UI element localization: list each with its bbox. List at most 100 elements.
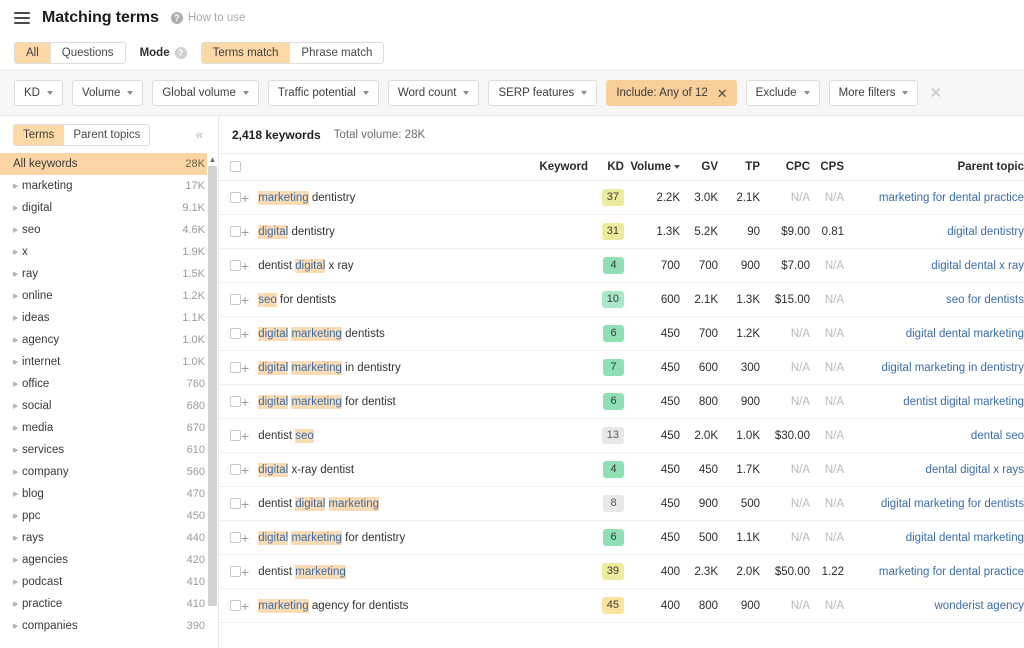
chevron-right-icon[interactable]: ▶ [13, 491, 22, 498]
chevron-right-icon[interactable]: ▶ [13, 447, 22, 454]
row-checkbox[interactable] [230, 599, 241, 611]
close-icon[interactable]: ✕ [715, 87, 730, 100]
filter-exclude[interactable]: Exclude [745, 80, 820, 106]
sidebar-item-social[interactable]: ▶ social 680 [0, 395, 218, 417]
parent-topic-link[interactable]: wonderist agency [844, 600, 1024, 612]
parent-topic-link[interactable]: digital dental x ray [844, 260, 1024, 272]
clear-filters-icon[interactable]: ✕ [929, 86, 942, 101]
parent-topic-link[interactable]: digital dental marketing [844, 328, 1024, 340]
parent-topic-link[interactable]: marketing for dental practice [844, 192, 1024, 204]
chevron-right-icon[interactable]: ▶ [13, 337, 22, 344]
select-all-checkbox[interactable] [230, 161, 241, 173]
add-keyword-icon[interactable]: + [241, 531, 249, 545]
tab-all[interactable]: All [15, 42, 51, 63]
parent-topic-link[interactable]: digital marketing for dentists [844, 498, 1024, 510]
sidebar-item-all-keywords[interactable]: All keywords 28K [0, 153, 218, 175]
row-checkbox[interactable] [230, 395, 241, 407]
table-row[interactable]: + digital dentistry 31 1.3K 5.2K 90 $9.00 0.81 d… [219, 214, 1024, 249]
filter-serp-features[interactable]: SERP features [488, 80, 598, 106]
sidebar-item-online[interactable]: ▶ online 1.2K [0, 285, 218, 307]
row-checkbox[interactable] [230, 361, 241, 373]
add-keyword-icon[interactable]: + [241, 395, 249, 409]
tab-questions[interactable]: Questions [50, 42, 125, 63]
filter-include[interactable]: Include: Any of 12 ✕ [606, 80, 737, 106]
add-keyword-icon[interactable]: + [241, 293, 249, 307]
keyword-link[interactable]: digital marketing in dentistry [258, 360, 401, 375]
sidebar-item-ppc[interactable]: ▶ ppc 450 [0, 505, 218, 527]
sidebar-item-company[interactable]: ▶ company 560 [0, 461, 218, 483]
parent-topic-link[interactable]: dental digital x rays [844, 464, 1024, 476]
table-row[interactable]: + digital x-ray dentist 4 450 450 1.7K N/A N/A d… [219, 452, 1024, 487]
chevron-right-icon[interactable]: ▶ [13, 469, 22, 476]
sidebar-item-podcast[interactable]: ▶ podcast 410 [0, 571, 218, 593]
keyword-link[interactable]: digital marketing for dentistry [258, 530, 405, 545]
add-keyword-icon[interactable]: + [241, 565, 249, 579]
keyword-link[interactable]: dentist digital x ray [258, 258, 353, 273]
keyword-link[interactable]: dentist digital marketing [258, 496, 380, 511]
chevron-right-icon[interactable]: ▶ [13, 205, 22, 212]
parent-topic-link[interactable]: marketing for dental practice [844, 566, 1024, 578]
add-keyword-icon[interactable]: + [241, 429, 249, 443]
chevron-right-icon[interactable]: ▶ [13, 293, 22, 300]
add-keyword-icon[interactable]: + [241, 463, 249, 477]
hamburger-icon[interactable] [14, 11, 30, 24]
sidebar-item-ideas[interactable]: ▶ ideas 1.1K [0, 307, 218, 329]
how-to-use-link[interactable]: ? How to use [170, 11, 245, 24]
question-circle-icon[interactable]: ? [174, 46, 187, 59]
tab-phrase-match[interactable]: Phrase match [290, 42, 384, 63]
parent-topic-link[interactable]: seo for dentists [844, 294, 1024, 306]
keyword-link[interactable]: seo for dentists [258, 292, 336, 307]
sidebar-item-agency[interactable]: ▶ agency 1.0K [0, 329, 218, 351]
chevron-right-icon[interactable]: ▶ [13, 535, 22, 542]
sidebar-item-office[interactable]: ▶ office 760 [0, 373, 218, 395]
collapse-sidebar-icon[interactable]: « [196, 127, 205, 142]
keyword-link[interactable]: digital dentistry [258, 224, 335, 239]
column-header-cps[interactable]: CPS [810, 153, 844, 181]
sidebar-tab-parent-topics[interactable]: Parent topics [64, 124, 150, 145]
table-row[interactable]: + dentist digital marketing 8 450 900 500 N/A N… [219, 486, 1024, 521]
row-checkbox[interactable] [230, 225, 241, 237]
table-row[interactable]: + digital marketing for dentistry 6 450 500 1… [219, 520, 1024, 555]
parent-topic-link[interactable]: digital dental marketing [844, 532, 1024, 544]
table-row[interactable]: + dentist seo 13 450 2.0K 1.0K $30.00 N/A dental… [219, 418, 1024, 453]
keyword-link[interactable]: dentist marketing [258, 564, 346, 579]
chevron-right-icon[interactable]: ▶ [13, 359, 22, 366]
column-header-keyword[interactable]: Keyword [241, 153, 588, 181]
filter-more-filters[interactable]: More filters [828, 80, 919, 106]
add-keyword-icon[interactable]: + [241, 327, 249, 341]
add-keyword-icon[interactable]: + [241, 599, 249, 613]
table-row[interactable]: + marketing dentistry 37 2.2K 3.0K 2.1K N/A N/A… [219, 180, 1024, 215]
row-checkbox[interactable] [230, 429, 241, 441]
table-row[interactable]: + seo for dentists 10 600 2.1K 1.3K $15.00 N/A s… [219, 282, 1024, 317]
chevron-right-icon[interactable]: ▶ [13, 227, 22, 234]
chevron-right-icon[interactable]: ▶ [13, 183, 22, 190]
add-keyword-icon[interactable]: + [241, 259, 249, 273]
chevron-right-icon[interactable]: ▶ [13, 381, 22, 388]
add-keyword-icon[interactable]: + [241, 225, 249, 239]
chevron-right-icon[interactable]: ▶ [13, 249, 22, 256]
add-keyword-icon[interactable]: + [241, 361, 249, 375]
keyword-link[interactable]: marketing agency for dentists [258, 598, 408, 613]
keyword-link[interactable]: digital x-ray dentist [258, 462, 354, 477]
keyword-link[interactable]: digital marketing for dentist [258, 394, 396, 409]
column-header-kd[interactable]: KD [588, 153, 624, 181]
keyword-link[interactable]: digital marketing dentists [258, 326, 385, 341]
keyword-link[interactable]: marketing dentistry [258, 190, 355, 205]
parent-topic-link[interactable]: digital dentistry [844, 226, 1024, 238]
chevron-right-icon[interactable]: ▶ [13, 425, 22, 432]
sidebar-item-marketing[interactable]: ▶ marketing 17K [0, 175, 218, 197]
add-keyword-icon[interactable]: + [241, 191, 249, 205]
keyword-link[interactable]: dentist seo [258, 428, 314, 443]
sidebar-item-companies[interactable]: ▶ companies 390 [0, 615, 218, 637]
filter-traffic-potential[interactable]: Traffic potential [267, 80, 379, 106]
table-row[interactable]: + dentist digital x ray 4 700 700 900 $7.00 N/A… [219, 248, 1024, 283]
filter-word-count[interactable]: Word count [387, 80, 480, 106]
sidebar-tab-terms[interactable]: Terms [14, 124, 65, 145]
sidebar-item-internet[interactable]: ▶ internet 1.0K [0, 351, 218, 373]
row-checkbox[interactable] [230, 463, 241, 475]
sidebar-item-media[interactable]: ▶ media 670 [0, 417, 218, 439]
parent-topic-link[interactable]: digital marketing in dentistry [844, 362, 1024, 374]
sidebar-item-rays[interactable]: ▶ rays 440 [0, 527, 218, 549]
column-header-cpc[interactable]: CPC [760, 153, 810, 181]
sidebar-item-agencies[interactable]: ▶ agencies 420 [0, 549, 218, 571]
